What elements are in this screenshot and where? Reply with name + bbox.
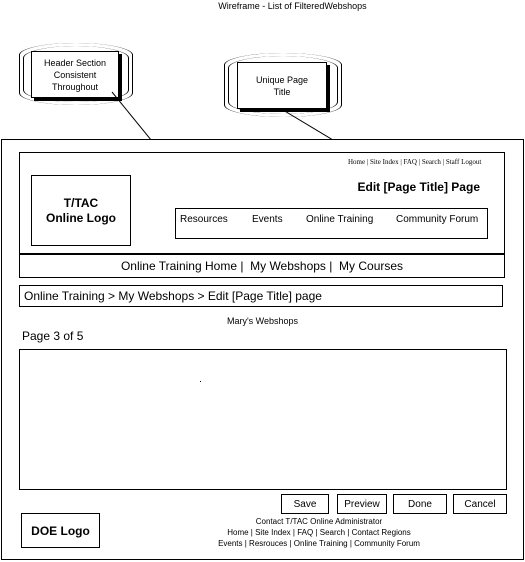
- title-callout-text: Unique Page Title: [255, 74, 309, 97]
- preview-button[interactable]: Preview: [337, 494, 387, 514]
- nav-resources[interactable]: Resources: [180, 214, 228, 225]
- save-button[interactable]: Save: [281, 494, 329, 514]
- content-dot: [200, 381, 201, 382]
- utility-link-faq[interactable]: FAQ: [404, 158, 417, 166]
- site-logo-text: T/TAC Online Logo: [46, 195, 116, 225]
- breadcrumb: Online Training > My Webshops > Edit [Pa…: [19, 285, 503, 307]
- content-area: [19, 349, 507, 490]
- nav-events[interactable]: Events: [252, 214, 283, 225]
- doe-logo-text: DOE Logo: [31, 523, 90, 538]
- cancel-button[interactable]: Cancel: [453, 494, 507, 514]
- utility-link-site-index[interactable]: Site Index: [370, 158, 399, 166]
- title-callout-box: Unique Page Title: [237, 62, 327, 109]
- page-title: Edit [Page Title] Page: [357, 180, 480, 194]
- diagram-title: Wireframe - List of FilteredWebshops: [218, 1, 367, 11]
- footer-contact[interactable]: Contact T/TAC Online Administrator: [200, 517, 438, 526]
- breadcrumb-text[interactable]: Online Training > My Webshops > Edit [Pa…: [24, 289, 322, 303]
- footer-links-primary[interactable]: Home | Site Index | FAQ | Search | Conta…: [200, 528, 438, 537]
- utility-links: Home | Site Index | FAQ | Search | Staff…: [348, 158, 482, 166]
- page-info: Page 3 of 5: [22, 329, 84, 343]
- doe-logo[interactable]: DOE Logo: [21, 513, 100, 548]
- header-callout-text: Header Section Consistent Throughout: [43, 57, 107, 92]
- footer-links-secondary[interactable]: Events | Resrouces | Online Training | C…: [195, 539, 443, 548]
- site-logo[interactable]: T/TAC Online Logo: [31, 175, 131, 246]
- utility-link-staff-logout[interactable]: Staff Logout: [446, 158, 481, 166]
- done-button[interactable]: Done: [393, 494, 447, 514]
- nav-community-forum[interactable]: Community Forum: [396, 214, 478, 225]
- subnav-bar: Online Training Home | My Webshops | My …: [19, 254, 505, 278]
- main-nav: Resources Events Online Training Communi…: [175, 208, 488, 239]
- utility-link-home[interactable]: Home: [348, 158, 365, 166]
- subnav-links[interactable]: Online Training Home | My Webshops | My …: [121, 259, 403, 273]
- header-callout-box: Header Section Consistent Throughout: [31, 51, 119, 98]
- nav-online-training[interactable]: Online Training: [306, 214, 373, 225]
- content-title: Mary's Webshops: [226, 316, 299, 326]
- utility-link-search[interactable]: Search: [422, 158, 441, 166]
